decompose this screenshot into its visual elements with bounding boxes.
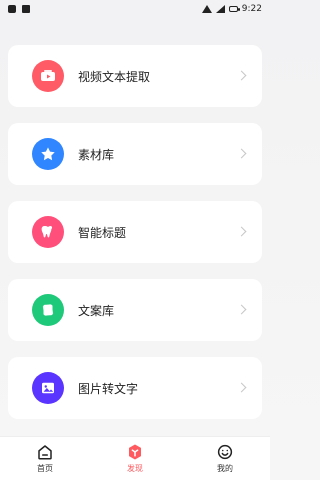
video-icon	[32, 60, 64, 92]
status-left-icons	[8, 5, 30, 13]
chevron-right-icon	[234, 381, 248, 395]
chevron-right-icon	[234, 303, 248, 317]
discover-icon	[126, 443, 144, 461]
feature-card-materials[interactable]: 素材库	[8, 123, 262, 185]
feature-card-label: 视频文本提取	[78, 69, 151, 84]
image-icon	[32, 372, 64, 404]
feature-card-label: 智能标题	[78, 225, 127, 240]
star-icon	[32, 138, 64, 170]
nav-discover-label: 发现	[127, 464, 143, 473]
feature-card-smart-title[interactable]: 智能标题	[8, 201, 262, 263]
tooth-icon	[32, 216, 64, 248]
home-icon	[36, 443, 54, 461]
feature-card-label: 素材库	[78, 147, 115, 162]
notification-icon	[8, 5, 16, 13]
status-bar: 9:22	[0, 0, 270, 18]
profile-icon	[216, 443, 234, 461]
chevron-right-icon	[234, 225, 248, 239]
nav-profile-label: 我的	[217, 464, 233, 473]
app-icon	[22, 5, 30, 13]
signal-icon	[215, 5, 225, 13]
feature-card-label: 图片转文字	[78, 381, 139, 396]
status-time: 9:22	[241, 4, 262, 14]
feature-card-copy-library[interactable]: 文案库	[8, 279, 262, 341]
cards-icon	[32, 294, 64, 326]
battery-icon	[228, 6, 240, 12]
bottom-navigation: 首页 发现 我的	[0, 436, 270, 480]
status-right: 9:22	[201, 4, 262, 14]
feature-list: 视频文本提取 素材库 智能标题 文案库 图片转文字	[8, 45, 262, 435]
feature-card-video-text[interactable]: 视频文本提取	[8, 45, 262, 107]
wifi-icon	[201, 5, 212, 13]
chevron-right-icon	[234, 147, 248, 161]
nav-discover[interactable]: 发现	[100, 437, 170, 480]
nav-home[interactable]: 首页	[10, 437, 80, 480]
feature-card-image-to-text[interactable]: 图片转文字	[8, 357, 262, 419]
feature-card-label: 文案库	[78, 303, 115, 318]
nav-home-label: 首页	[37, 464, 53, 473]
nav-profile[interactable]: 我的	[190, 437, 260, 480]
chevron-right-icon	[234, 69, 248, 83]
